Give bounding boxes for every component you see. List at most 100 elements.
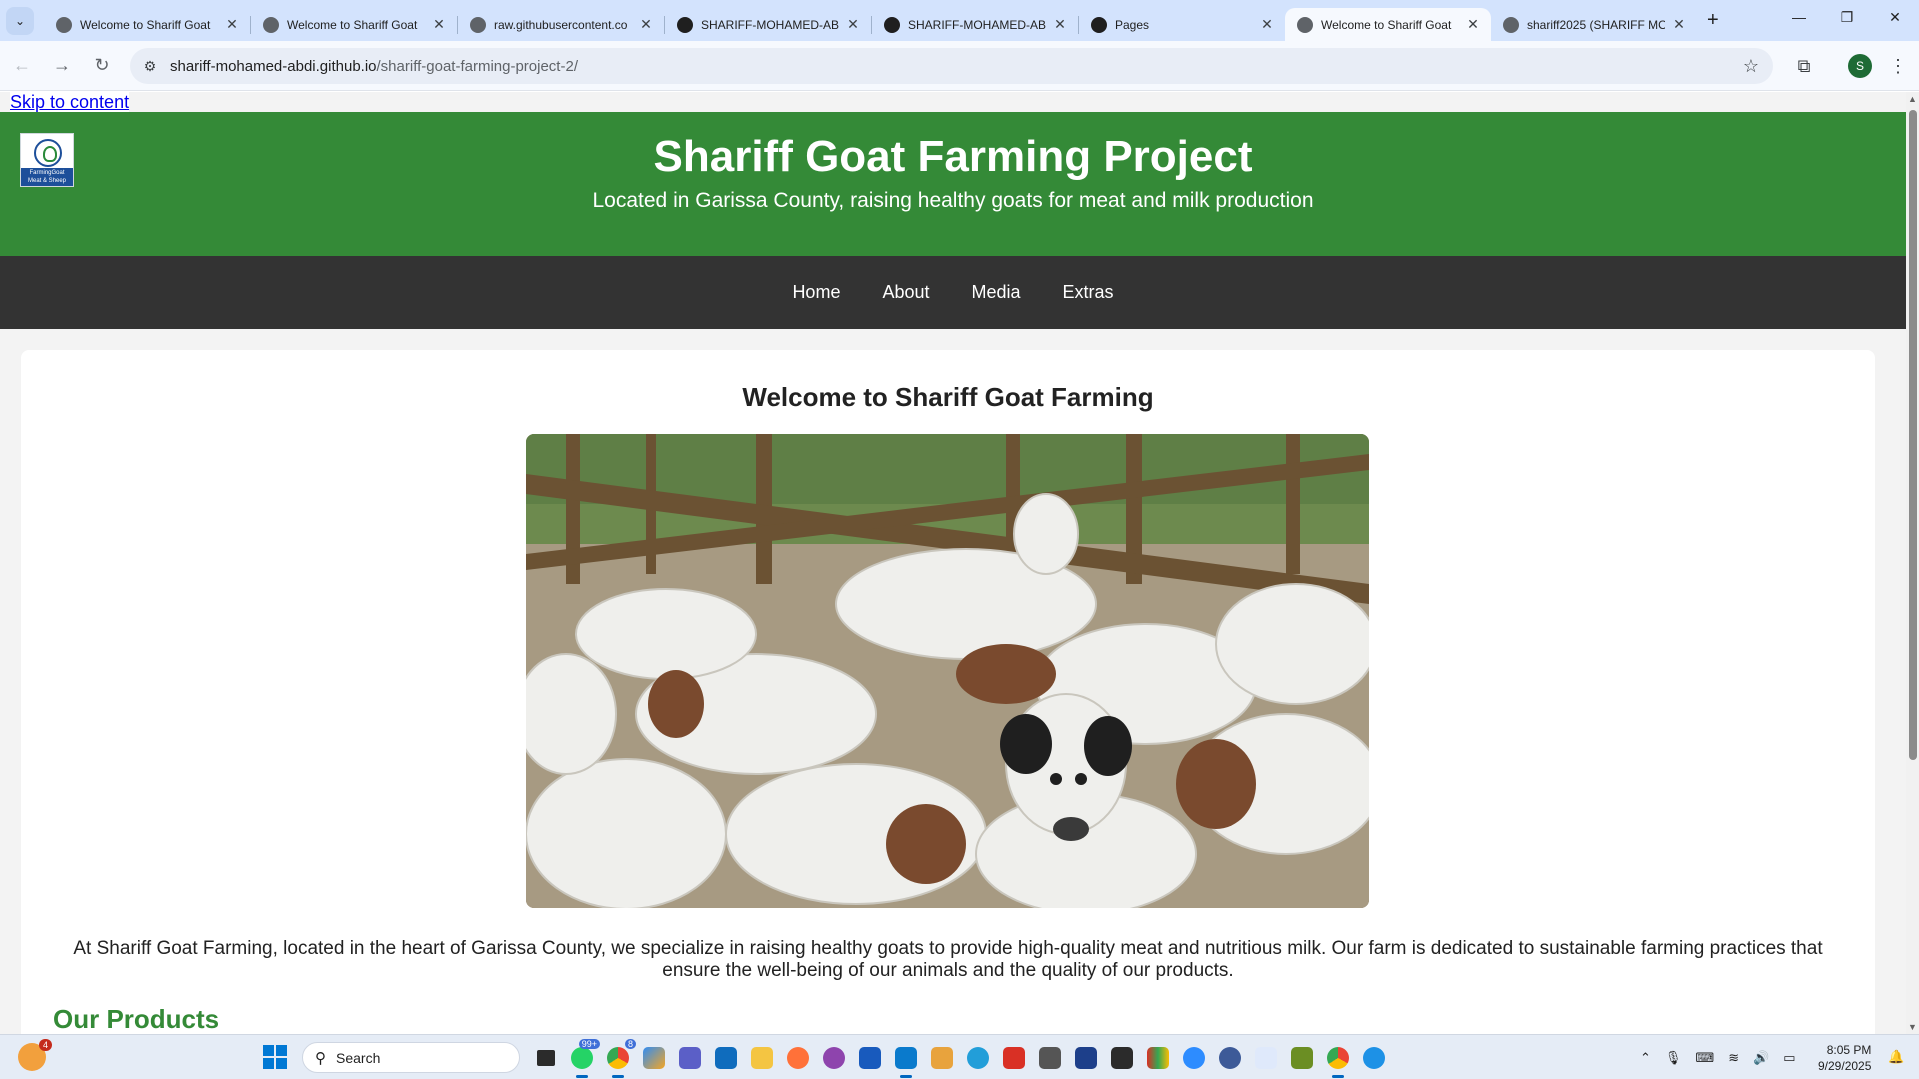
zoom-icon[interactable] <box>1176 1041 1212 1074</box>
mb-app-icon[interactable] <box>1212 1041 1248 1074</box>
tab-title: Welcome to Shariff Goat <box>1321 17 1452 32</box>
window-controls: — ❐ ✕ <box>1775 0 1919 34</box>
new-tab-plus-icon[interactable]: + <box>1707 9 1719 32</box>
tray-chevron-icon[interactable]: ⌃ <box>1640 1050 1651 1066</box>
outlook-icon[interactable] <box>708 1041 744 1074</box>
tab-search-chevron-icon[interactable]: ⌄ <box>6 6 34 35</box>
site-header: FarmingGoat Meat & Sheep Shariff Goat Far… <box>0 112 1906 256</box>
copilot-icon[interactable] <box>636 1041 672 1074</box>
scroll-down-icon[interactable]: ▼ <box>1908 1022 1917 1032</box>
volume-icon[interactable]: 🔊 <box>1753 1050 1769 1066</box>
file-explorer-icon[interactable] <box>744 1041 780 1074</box>
keyboard-icon[interactable]: ⌨ <box>1695 1050 1714 1066</box>
tab-title: raw.githubusercontent.co <box>494 17 628 32</box>
wifi-icon[interactable]: ≋ <box>1728 1050 1739 1066</box>
globe-icon <box>470 16 486 33</box>
clock-date: 9/29/2025 <box>1818 1059 1872 1073</box>
taskbar-clock[interactable]: 8:05 PM 9/29/2025 <box>1818 1042 1871 1074</box>
microphone-icon[interactable]: 🎙 <box>1665 1050 1682 1066</box>
browser-tab[interactable]: SHARIFF-MOHAMED-ABI ✕ <box>872 8 1078 41</box>
address-bar[interactable]: ⚙ shariff-mohamed-abdi.github.io/shariff… <box>130 48 1773 84</box>
windows-taskbar: 4 ⚲ Search 99+ 8 ⌃ 🎙 ⌨ ≋ 🔊 ▭ 8:05 PM 9/2… <box>0 1034 1919 1079</box>
restore-icon[interactable]: ❐ <box>1823 0 1871 34</box>
site-tagline: Located in Garissa County, raising healt… <box>592 189 1314 212</box>
browser-tab[interactable]: Pages ✕ <box>1079 8 1285 41</box>
nav-media[interactable]: Media <box>951 282 1042 303</box>
back-arrow-icon[interactable]: ← <box>4 48 40 84</box>
firefox-icon[interactable] <box>780 1041 816 1074</box>
battery-icon[interactable]: ▭ <box>1783 1050 1795 1066</box>
tab-close-icon[interactable]: ✕ <box>845 16 861 33</box>
site-navigation: Home About Media Extras <box>0 256 1906 329</box>
chrome-icon[interactable]: 8 <box>600 1039 636 1078</box>
taskbar-search-label: Search <box>336 1049 381 1066</box>
globe-icon <box>263 16 279 33</box>
pdf-reader-icon[interactable] <box>996 1041 1032 1074</box>
browser-tab[interactable]: raw.githubusercontent.co ✕ <box>458 8 664 41</box>
browser-tab[interactable]: SHARIFF-MOHAMED-ABI ✕ <box>665 8 871 41</box>
our-products-heading: Our Products <box>53 1004 220 1034</box>
paint-app-icon[interactable] <box>1284 1041 1320 1074</box>
goat-herd-photo <box>526 434 1369 908</box>
tab-close-icon[interactable]: ✕ <box>638 16 654 33</box>
taskbar-apps: 99+ 8 <box>528 1039 1392 1078</box>
tab-title: Pages <box>1115 17 1150 32</box>
globe-icon <box>1297 16 1313 33</box>
scroll-up-icon[interactable]: ▲ <box>1908 94 1917 104</box>
browser-tab[interactable]: Welcome to Shariff Goat ✕ <box>44 8 250 41</box>
browser-tab[interactable]: shariff2025 (SHARIFF MO ✕ <box>1491 8 1697 41</box>
more-menu-icon[interactable]: ⋮ <box>1886 48 1910 84</box>
task-view-icon[interactable] <box>528 1041 564 1074</box>
search-icon: ⚲ <box>315 1049 326 1067</box>
tablet-app-icon[interactable] <box>1032 1041 1068 1074</box>
browser-toolbar: ← → ↻ ⚙ shariff-mohamed-abdi.github.io/s… <box>0 41 1919 91</box>
tab-close-icon[interactable]: ✕ <box>1465 16 1481 33</box>
site-info-icon[interactable]: ⚙ <box>136 52 164 80</box>
tab-close-icon[interactable]: ✕ <box>224 16 240 33</box>
nav-about[interactable]: About <box>861 282 950 303</box>
tab-close-icon[interactable]: ✕ <box>1671 16 1687 33</box>
extensions-puzzle-icon[interactable]: ⧉ <box>1786 48 1822 84</box>
forward-arrow-icon[interactable]: → <box>44 48 80 84</box>
github-desktop-icon[interactable] <box>816 1041 852 1074</box>
close-window-icon[interactable]: ✕ <box>1871 0 1919 34</box>
tab-close-icon[interactable]: ✕ <box>1052 16 1068 33</box>
tab-list: Welcome to Shariff Goat ✕ Welcome to Sha… <box>44 0 1719 41</box>
chrome-alt-icon[interactable] <box>1320 1041 1356 1078</box>
tab-title: SHARIFF-MOHAMED-ABI <box>701 17 839 32</box>
dev-tool-icon[interactable] <box>1068 1041 1104 1074</box>
profile-avatar[interactable]: S <box>1848 54 1872 78</box>
nav-home[interactable]: Home <box>771 282 861 303</box>
globe-icon <box>1503 16 1519 33</box>
url-path: /shariff-goat-farming-project-2/ <box>376 57 578 75</box>
nav-extras[interactable]: Extras <box>1042 282 1135 303</box>
tab-close-icon[interactable]: ✕ <box>431 16 447 33</box>
weather-widget-icon[interactable]: 4 <box>18 1039 52 1071</box>
system-tray: ⌃ 🎙 ⌨ ≋ 🔊 ▭ <box>1640 1035 1796 1079</box>
bookmark-star-icon[interactable]: ☆ <box>1743 56 1759 77</box>
teams-icon[interactable] <box>672 1041 708 1074</box>
vscode-icon[interactable] <box>888 1041 924 1078</box>
page-scrollbar[interactable]: ▲ ▼ <box>1906 92 1919 1034</box>
welcome-heading: Welcome to Shariff Goat Farming <box>742 382 1154 412</box>
tab-close-icon[interactable]: ✕ <box>1259 16 1275 33</box>
terminal-icon[interactable] <box>1104 1041 1140 1074</box>
tab-title: Welcome to Shariff Goat <box>80 17 211 32</box>
windows-start-icon[interactable] <box>263 1045 287 1069</box>
app-store-icon[interactable] <box>1248 1041 1284 1074</box>
skip-to-content-link[interactable]: Skip to content <box>10 92 130 113</box>
store-icon[interactable] <box>924 1041 960 1074</box>
word-icon[interactable] <box>852 1041 888 1074</box>
docker-icon[interactable] <box>1356 1041 1392 1074</box>
reload-icon[interactable]: ↻ <box>84 48 120 84</box>
whatsapp-icon[interactable]: 99+ <box>564 1039 600 1078</box>
telegram-icon[interactable] <box>960 1041 996 1074</box>
main-content-card: Welcome to Shariff Goat Farming At Shari… <box>21 350 1875 1034</box>
color-app-icon[interactable] <box>1140 1041 1176 1074</box>
browser-tab[interactable]: Welcome to Shariff Goat ✕ <box>251 8 457 41</box>
taskbar-search[interactable]: ⚲ Search <box>302 1042 520 1073</box>
notification-bell-icon[interactable]: 🔔 <box>1888 1049 1904 1065</box>
browser-tab-active[interactable]: Welcome to Shariff Goat ✕ <box>1285 8 1491 41</box>
scrollbar-thumb[interactable] <box>1909 110 1917 760</box>
minimize-icon[interactable]: — <box>1775 0 1823 34</box>
